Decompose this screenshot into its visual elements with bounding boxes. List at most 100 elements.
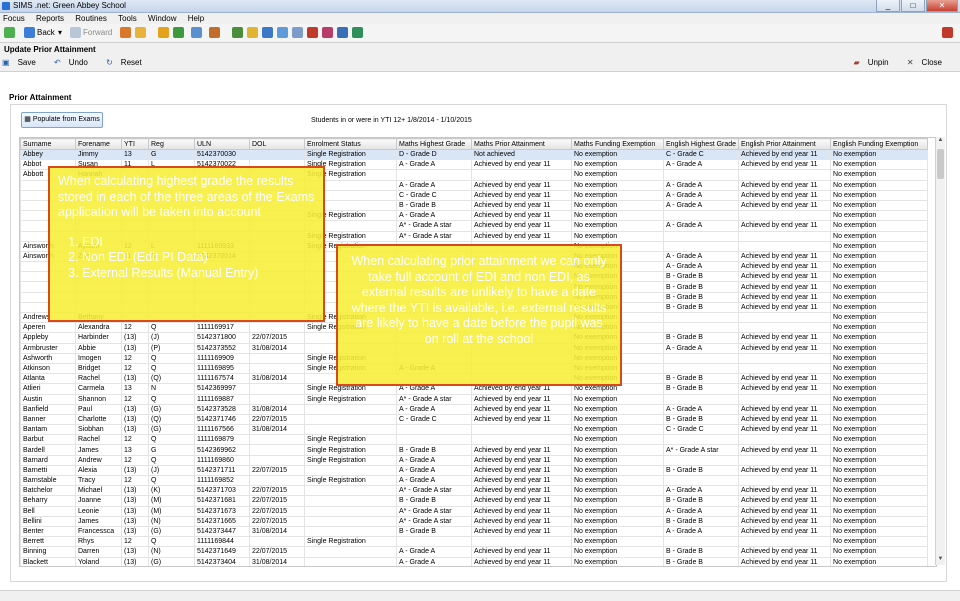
table-cell[interactable]: B - Grade B (396, 525, 472, 538)
table-cell[interactable] (738, 352, 832, 364)
table-cell[interactable] (662, 454, 740, 466)
table-cell[interactable]: 22/07/2015 (249, 546, 305, 558)
table-cell[interactable]: A - Grade A (662, 505, 740, 517)
table-cell[interactable]: Bantam (20, 424, 76, 436)
table-cell[interactable]: No exemption (830, 169, 929, 181)
table-cell[interactable]: No exemption (571, 393, 664, 405)
unpin-button[interactable]: ▰ Unpin (854, 58, 897, 67)
table-cell[interactable]: No exemption (571, 485, 664, 497)
table-row[interactable]: Batchelor Michael (13) (K) 5142371703 22/07/2… (20, 485, 929, 497)
table-cell[interactable]: (13) (121, 332, 149, 344)
menu-focus[interactable]: Focus (3, 13, 25, 24)
table-cell[interactable]: No exemption (571, 525, 664, 538)
table-cell[interactable]: 1111169852 (194, 474, 250, 487)
table-cell[interactable] (396, 536, 472, 548)
table-cell[interactable]: B - Grade B (396, 199, 472, 212)
table-cell[interactable]: Achieved by end year 11 (738, 271, 832, 283)
table-cell[interactable]: Achieved by end year 11 (738, 281, 832, 293)
table-cell[interactable]: No exemption (571, 464, 664, 477)
table-cell[interactable] (662, 352, 740, 364)
table-cell[interactable]: No exemption (571, 546, 664, 558)
alert-icon[interactable] (307, 27, 318, 38)
list-icon[interactable] (277, 27, 288, 38)
table-cell[interactable]: 12 (121, 393, 149, 405)
table-cell[interactable]: No exemption (571, 148, 664, 161)
table-cell[interactable]: 13 (121, 148, 149, 161)
table-cell[interactable]: 1111169909 (194, 352, 250, 364)
table-cell[interactable]: Darren (75, 546, 122, 558)
table-cell[interactable]: A - Grade A (662, 342, 740, 354)
table-cell[interactable]: Single Registration (304, 454, 397, 466)
table-cell[interactable]: Banner (20, 413, 76, 426)
table-cell[interactable]: Achieved by end year 11 (471, 220, 572, 232)
table-cell[interactable]: B - Grade B (662, 271, 740, 283)
table-cell[interactable] (662, 474, 740, 487)
table-cell[interactable]: 5142371681 (194, 495, 250, 507)
forward-button[interactable]: Forward (83, 27, 112, 39)
table-cell[interactable]: 5142373404 (194, 556, 250, 566)
menu-window[interactable]: Window (148, 13, 176, 24)
table-cell[interactable]: No exemption (830, 301, 929, 314)
table-cell[interactable]: Barbut (20, 434, 76, 446)
table-cell[interactable]: 5142371649 (194, 546, 250, 558)
table-row[interactable]: Bardell James 13 G 5142369962 Single Registra… (20, 444, 929, 456)
grid-scrollbar[interactable]: ▲ ▼ (935, 137, 945, 565)
table-cell[interactable]: Ashworth (20, 352, 76, 364)
table-cell[interactable]: No exemption (830, 342, 929, 354)
table-cell[interactable] (249, 148, 305, 161)
table-cell[interactable]: C - Grade C (396, 413, 472, 426)
table-row[interactable]: Bellini James (13) (N) 5142371665 22/07/2015 A… (20, 515, 929, 527)
table-cell[interactable]: 31/08/2014 (249, 342, 305, 354)
table-cell[interactable]: Andrew (75, 454, 122, 466)
table-cell[interactable]: (13) (121, 515, 149, 527)
table-cell[interactable]: 5142369997 (194, 383, 250, 395)
table-cell[interactable]: Achieved by end year 11 (471, 413, 572, 426)
table-cell[interactable] (738, 362, 832, 375)
column-header[interactable]: Maths Funding Exemption (571, 138, 664, 150)
table-cell[interactable]: No exemption (830, 434, 929, 446)
table-cell[interactable]: Q (148, 454, 195, 466)
table-cell[interactable]: Tracy (75, 474, 122, 487)
table-cell[interactable]: Alexandra (75, 322, 122, 334)
table-cell[interactable]: 1111169895 (194, 362, 250, 375)
table-cell[interactable]: B - Grade B (662, 546, 740, 558)
table-cell[interactable] (304, 424, 397, 436)
table-cell[interactable]: A* - Grade A star (396, 485, 472, 497)
table-cell[interactable]: A - Grade A (662, 261, 740, 273)
table-cell[interactable]: B - Grade B (662, 291, 740, 303)
table-cell[interactable]: No exemption (571, 505, 664, 517)
column-header[interactable]: ULN (194, 138, 250, 150)
menu-routines[interactable]: Routines (75, 13, 107, 24)
forward-arrow-icon[interactable] (70, 27, 81, 38)
table-cell[interactable]: No exemption (830, 220, 929, 232)
table-cell[interactable]: 1111169887 (194, 393, 250, 405)
table-row[interactable]: Binning Darren (13) (N) 5142371649 22/07/2015… (20, 546, 929, 558)
table-cell[interactable]: Achieved by end year 11 (471, 505, 572, 517)
table-cell[interactable]: No exemption (571, 434, 664, 446)
table-cell[interactable]: 12 (121, 434, 149, 446)
table-cell[interactable]: B - Grade B (662, 281, 740, 293)
table-cell[interactable]: Achieved by end year 11 (738, 342, 832, 354)
table-cell[interactable] (249, 536, 305, 548)
table-cell[interactable]: Bell (20, 505, 76, 517)
table-cell[interactable]: Austin (20, 393, 76, 405)
table-row[interactable]: Benter Francessca (13) (G) 5142373447 31/08/2… (20, 525, 929, 538)
table-cell[interactable]: (J) (148, 464, 195, 477)
table-cell[interactable]: Achieved by end year 11 (471, 454, 572, 466)
column-header[interactable]: English Prior Attainment (738, 138, 832, 150)
table-cell[interactable]: Bellini (20, 515, 76, 527)
table-cell[interactable]: D - Grade D (396, 148, 472, 161)
table-cell[interactable]: Achieved by end year 11 (471, 179, 572, 191)
person-icon[interactable] (135, 27, 146, 38)
table-cell[interactable]: Single Registration (304, 444, 397, 456)
table-cell[interactable]: Achieved by end year 11 (738, 464, 832, 477)
table-cell[interactable]: Barnard (20, 454, 76, 466)
table-cell[interactable]: Achieved by end year 11 (471, 393, 572, 405)
table-cell[interactable]: Q (148, 474, 195, 487)
table-cell[interactable]: Achieved by end year 11 (471, 189, 572, 201)
table-cell[interactable] (738, 322, 832, 334)
table-cell[interactable]: 5142371703 (194, 485, 250, 497)
table-cell[interactable]: Carmela (75, 383, 122, 395)
table-cell[interactable] (249, 362, 305, 375)
table-cell[interactable]: B - Grade B (662, 383, 740, 395)
